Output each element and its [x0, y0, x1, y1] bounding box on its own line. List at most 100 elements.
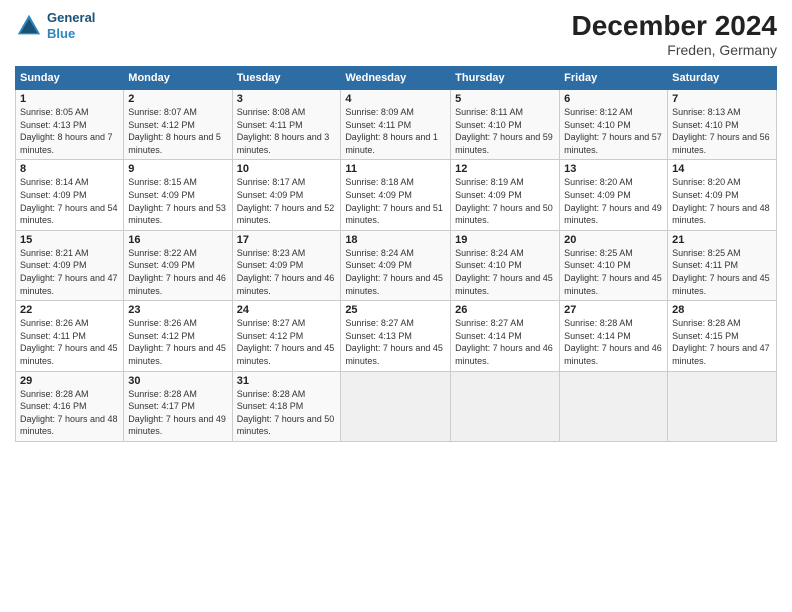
calendar-cell: 8Sunrise: 8:14 AMSunset: 4:09 PMDaylight… — [16, 160, 124, 230]
calendar-cell: 18Sunrise: 8:24 AMSunset: 4:09 PMDayligh… — [341, 230, 451, 300]
day-detail: Sunrise: 8:24 AMSunset: 4:10 PMDaylight:… — [455, 247, 555, 297]
day-detail: Sunrise: 8:23 AMSunset: 4:09 PMDaylight:… — [237, 247, 337, 297]
calendar-week-5: 29Sunrise: 8:28 AMSunset: 4:16 PMDayligh… — [16, 371, 777, 441]
day-number: 12 — [455, 163, 555, 175]
day-number: 3 — [237, 93, 337, 105]
calendar-week-3: 15Sunrise: 8:21 AMSunset: 4:09 PMDayligh… — [16, 230, 777, 300]
calendar-cell — [341, 371, 451, 441]
day-number: 27 — [564, 304, 663, 316]
title-section: December 2024 Freden, Germany — [572, 10, 777, 58]
calendar-cell: 20Sunrise: 8:25 AMSunset: 4:10 PMDayligh… — [560, 230, 668, 300]
calendar-cell: 13Sunrise: 8:20 AMSunset: 4:09 PMDayligh… — [560, 160, 668, 230]
day-detail: Sunrise: 8:09 AMSunset: 4:11 PMDaylight:… — [345, 106, 446, 156]
calendar-cell: 25Sunrise: 8:27 AMSunset: 4:13 PMDayligh… — [341, 301, 451, 371]
day-number: 28 — [672, 304, 772, 316]
day-detail: Sunrise: 8:19 AMSunset: 4:09 PMDaylight:… — [455, 176, 555, 226]
calendar-cell: 31Sunrise: 8:28 AMSunset: 4:18 PMDayligh… — [232, 371, 341, 441]
day-detail: Sunrise: 8:12 AMSunset: 4:10 PMDaylight:… — [564, 106, 663, 156]
calendar-header-sunday: Sunday — [16, 67, 124, 90]
day-detail: Sunrise: 8:14 AMSunset: 4:09 PMDaylight:… — [20, 176, 119, 226]
calendar-cell: 6Sunrise: 8:12 AMSunset: 4:10 PMDaylight… — [560, 90, 668, 160]
day-number: 20 — [564, 234, 663, 246]
day-detail: Sunrise: 8:13 AMSunset: 4:10 PMDaylight:… — [672, 106, 772, 156]
day-detail: Sunrise: 8:27 AMSunset: 4:13 PMDaylight:… — [345, 317, 446, 367]
day-detail: Sunrise: 8:28 AMSunset: 4:17 PMDaylight:… — [128, 388, 227, 438]
calendar-cell: 22Sunrise: 8:26 AMSunset: 4:11 PMDayligh… — [16, 301, 124, 371]
day-number: 13 — [564, 163, 663, 175]
calendar-table: SundayMondayTuesdayWednesdayThursdayFrid… — [15, 66, 777, 442]
day-number: 25 — [345, 304, 446, 316]
page-header: General Blue December 2024 Freden, Germa… — [15, 10, 777, 58]
day-number: 9 — [128, 163, 227, 175]
day-detail: Sunrise: 8:15 AMSunset: 4:09 PMDaylight:… — [128, 176, 227, 226]
day-number: 4 — [345, 93, 446, 105]
day-detail: Sunrise: 8:26 AMSunset: 4:12 PMDaylight:… — [128, 317, 227, 367]
calendar-header-thursday: Thursday — [451, 67, 560, 90]
day-detail: Sunrise: 8:28 AMSunset: 4:14 PMDaylight:… — [564, 317, 663, 367]
calendar-week-1: 1Sunrise: 8:05 AMSunset: 4:13 PMDaylight… — [16, 90, 777, 160]
calendar-cell: 27Sunrise: 8:28 AMSunset: 4:14 PMDayligh… — [560, 301, 668, 371]
day-number: 2 — [128, 93, 227, 105]
day-detail: Sunrise: 8:27 AMSunset: 4:12 PMDaylight:… — [237, 317, 337, 367]
calendar-cell: 5Sunrise: 8:11 AMSunset: 4:10 PMDaylight… — [451, 90, 560, 160]
day-detail: Sunrise: 8:18 AMSunset: 4:09 PMDaylight:… — [345, 176, 446, 226]
calendar-cell: 15Sunrise: 8:21 AMSunset: 4:09 PMDayligh… — [16, 230, 124, 300]
day-detail: Sunrise: 8:20 AMSunset: 4:09 PMDaylight:… — [564, 176, 663, 226]
calendar-cell: 16Sunrise: 8:22 AMSunset: 4:09 PMDayligh… — [124, 230, 232, 300]
calendar-cell: 30Sunrise: 8:28 AMSunset: 4:17 PMDayligh… — [124, 371, 232, 441]
day-detail: Sunrise: 8:28 AMSunset: 4:16 PMDaylight:… — [20, 388, 119, 438]
day-number: 10 — [237, 163, 337, 175]
day-number: 29 — [20, 375, 119, 387]
day-number: 30 — [128, 375, 227, 387]
day-number: 19 — [455, 234, 555, 246]
calendar-header-monday: Monday — [124, 67, 232, 90]
calendar-header-row: SundayMondayTuesdayWednesdayThursdayFrid… — [16, 67, 777, 90]
calendar-cell: 26Sunrise: 8:27 AMSunset: 4:14 PMDayligh… — [451, 301, 560, 371]
calendar-header-wednesday: Wednesday — [341, 67, 451, 90]
day-number: 24 — [237, 304, 337, 316]
main-title: December 2024 — [572, 10, 777, 42]
calendar-week-2: 8Sunrise: 8:14 AMSunset: 4:09 PMDaylight… — [16, 160, 777, 230]
calendar-cell: 28Sunrise: 8:28 AMSunset: 4:15 PMDayligh… — [668, 301, 777, 371]
calendar-cell: 11Sunrise: 8:18 AMSunset: 4:09 PMDayligh… — [341, 160, 451, 230]
day-detail: Sunrise: 8:25 AMSunset: 4:11 PMDaylight:… — [672, 247, 772, 297]
calendar-header-saturday: Saturday — [668, 67, 777, 90]
calendar-cell: 12Sunrise: 8:19 AMSunset: 4:09 PMDayligh… — [451, 160, 560, 230]
calendar-cell: 4Sunrise: 8:09 AMSunset: 4:11 PMDaylight… — [341, 90, 451, 160]
day-detail: Sunrise: 8:07 AMSunset: 4:12 PMDaylight:… — [128, 106, 227, 156]
day-detail: Sunrise: 8:20 AMSunset: 4:09 PMDaylight:… — [672, 176, 772, 226]
calendar-cell: 24Sunrise: 8:27 AMSunset: 4:12 PMDayligh… — [232, 301, 341, 371]
calendar-cell: 23Sunrise: 8:26 AMSunset: 4:12 PMDayligh… — [124, 301, 232, 371]
calendar-header-friday: Friday — [560, 67, 668, 90]
day-detail: Sunrise: 8:11 AMSunset: 4:10 PMDaylight:… — [455, 106, 555, 156]
calendar-cell: 7Sunrise: 8:13 AMSunset: 4:10 PMDaylight… — [668, 90, 777, 160]
day-number: 22 — [20, 304, 119, 316]
day-detail: Sunrise: 8:17 AMSunset: 4:09 PMDaylight:… — [237, 176, 337, 226]
day-detail: Sunrise: 8:26 AMSunset: 4:11 PMDaylight:… — [20, 317, 119, 367]
calendar-header-tuesday: Tuesday — [232, 67, 341, 90]
logo: General Blue — [15, 10, 95, 41]
day-detail: Sunrise: 8:22 AMSunset: 4:09 PMDaylight:… — [128, 247, 227, 297]
day-number: 8 — [20, 163, 119, 175]
calendar-cell: 14Sunrise: 8:20 AMSunset: 4:09 PMDayligh… — [668, 160, 777, 230]
day-number: 18 — [345, 234, 446, 246]
day-number: 23 — [128, 304, 227, 316]
day-number: 15 — [20, 234, 119, 246]
day-number: 1 — [20, 93, 119, 105]
logo-icon — [15, 12, 43, 40]
calendar-cell — [668, 371, 777, 441]
calendar-cell: 9Sunrise: 8:15 AMSunset: 4:09 PMDaylight… — [124, 160, 232, 230]
day-number: 7 — [672, 93, 772, 105]
day-number: 31 — [237, 375, 337, 387]
subtitle: Freden, Germany — [572, 42, 777, 58]
day-number: 5 — [455, 93, 555, 105]
day-detail: Sunrise: 8:05 AMSunset: 4:13 PMDaylight:… — [20, 106, 119, 156]
calendar-cell: 19Sunrise: 8:24 AMSunset: 4:10 PMDayligh… — [451, 230, 560, 300]
day-number: 21 — [672, 234, 772, 246]
day-number: 17 — [237, 234, 337, 246]
calendar-cell: 10Sunrise: 8:17 AMSunset: 4:09 PMDayligh… — [232, 160, 341, 230]
day-detail: Sunrise: 8:08 AMSunset: 4:11 PMDaylight:… — [237, 106, 337, 156]
day-number: 11 — [345, 163, 446, 175]
day-number: 14 — [672, 163, 772, 175]
calendar-cell: 29Sunrise: 8:28 AMSunset: 4:16 PMDayligh… — [16, 371, 124, 441]
